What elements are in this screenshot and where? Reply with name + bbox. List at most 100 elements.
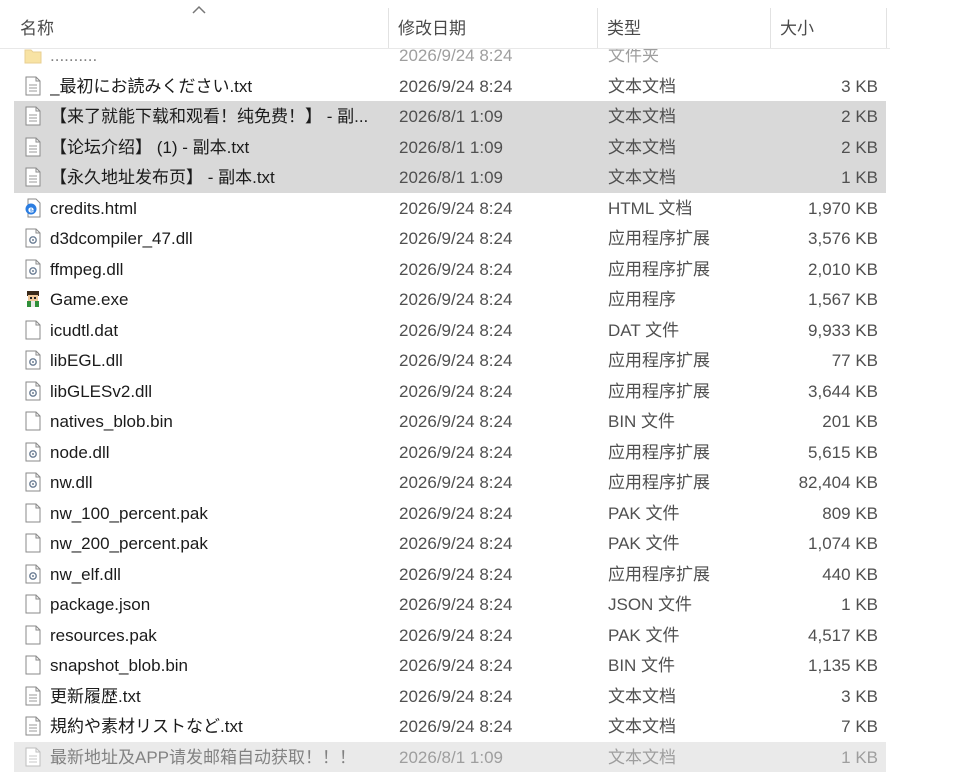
file-size: 1,970 KB bbox=[774, 193, 878, 223]
file-type: BIN 文件 bbox=[608, 650, 768, 680]
file-size: 82,404 KB bbox=[774, 467, 878, 497]
file-row[interactable]: libEGL.dll2026/9/24 8:24应用程序扩展77 KB bbox=[14, 345, 886, 376]
file-row[interactable]: 最新地址及APP请发邮箱自动获取！！！2026/8/1 1:09文本文档1 KB bbox=[14, 742, 886, 772]
file-date-modified: 2026/9/24 8:24 bbox=[399, 315, 599, 345]
file-size: 7 KB bbox=[774, 711, 878, 741]
file-size: 1,074 KB bbox=[774, 528, 878, 558]
file-size: 77 KB bbox=[774, 345, 878, 375]
file-size: 5,615 KB bbox=[774, 437, 878, 467]
file-size: 1,567 KB bbox=[774, 284, 878, 314]
file-date-modified: 2026/8/1 1:09 bbox=[399, 132, 599, 162]
file-row[interactable]: package.json2026/9/24 8:24JSON 文件1 KB bbox=[14, 589, 886, 620]
file-type: PAK 文件 bbox=[608, 620, 768, 650]
file-type: 文本文档 bbox=[608, 71, 768, 101]
file-size: 201 KB bbox=[774, 406, 878, 436]
file-name: 【永久地址发布页】 - 副本.txt bbox=[50, 162, 390, 192]
file-row[interactable]: resources.pak2026/9/24 8:24PAK 文件4,517 K… bbox=[14, 620, 886, 651]
game-exe-icon bbox=[24, 289, 42, 309]
file-date-modified: 2026/9/24 8:24 bbox=[399, 620, 599, 650]
column-divider[interactable] bbox=[886, 8, 887, 48]
file-date-modified: 2026/9/24 8:24 bbox=[399, 254, 599, 284]
text-file-icon bbox=[24, 716, 42, 736]
blank-file-icon bbox=[24, 503, 42, 523]
column-header-name[interactable]: 名称 bbox=[14, 0, 388, 48]
file-row[interactable]: 規約や素材リストなど.txt2026/9/24 8:24文本文档7 KB bbox=[14, 711, 886, 742]
file-name: nw_100_percent.pak bbox=[50, 498, 390, 528]
file-row[interactable]: Game.exe2026/9/24 8:24应用程序1,567 KB bbox=[14, 284, 886, 315]
file-row[interactable]: 更新履歴.txt2026/9/24 8:24文本文档3 KB bbox=[14, 681, 886, 712]
text-file-icon bbox=[24, 137, 42, 157]
file-row[interactable]: 【永久地址发布页】 - 副本.txt2026/8/1 1:09文本文档1 KB bbox=[14, 162, 886, 193]
file-row[interactable]: nw_elf.dll2026/9/24 8:24应用程序扩展440 KB bbox=[14, 559, 886, 590]
file-date-modified: 2026/9/24 8:24 bbox=[399, 71, 599, 101]
blank-file-icon bbox=[24, 594, 42, 614]
column-header-type[interactable]: 类型 bbox=[601, 0, 770, 48]
dll-file-icon bbox=[24, 381, 42, 401]
file-type: JSON 文件 bbox=[608, 589, 768, 619]
file-type: 文本文档 bbox=[608, 742, 768, 772]
dll-file-icon bbox=[24, 564, 42, 584]
file-row[interactable]: nw_200_percent.pak2026/9/24 8:24PAK 文件1,… bbox=[14, 528, 886, 559]
file-type: 文本文档 bbox=[608, 711, 768, 741]
file-type: 文本文档 bbox=[608, 681, 768, 711]
file-row[interactable]: snapshot_blob.bin 2026/9/24 8:24 BIN 文件1,1… bbox=[14, 650, 886, 681]
file-name: credits.html bbox=[50, 193, 390, 223]
file-date-modified: 2026/8/1 1:09 bbox=[399, 101, 599, 131]
file-date-modified: 2026/9/24 8:24 bbox=[399, 498, 599, 528]
file-size: 3 KB bbox=[774, 71, 878, 101]
file-name: resources.pak bbox=[50, 620, 390, 650]
file-row[interactable]: node.dll2026/9/24 8:24应用程序扩展5,615 KB bbox=[14, 437, 886, 468]
file-type: 应用程序 bbox=[608, 284, 768, 314]
file-type: 应用程序扩展 bbox=[608, 437, 768, 467]
column-divider[interactable] bbox=[597, 8, 598, 48]
file-type: 文本文档 bbox=[608, 101, 768, 131]
file-row[interactable]: icudtl.dat2026/9/24 8:24DAT 文件9,933 KB bbox=[14, 315, 886, 346]
column-header-size[interactable]: 大小 bbox=[774, 0, 886, 48]
file-date-modified: 2026/9/24 8:24 bbox=[399, 650, 599, 680]
file-row[interactable]: ecredits.html2026/9/24 8:24HTML 文档1,970 … bbox=[14, 193, 886, 224]
text-file-icon bbox=[24, 106, 42, 126]
file-size: 3 KB bbox=[774, 681, 878, 711]
file-row[interactable]: nw_100_percent.pak2026/9/24 8:24PAK 文件80… bbox=[14, 498, 886, 529]
file-date-modified: 2026/9/24 8:24 bbox=[399, 406, 599, 436]
file-name: 【来了就能下载和观看！纯免费！】 - 副... bbox=[50, 101, 390, 131]
file-type: 文本文档 bbox=[608, 162, 768, 192]
file-row[interactable]: _最初にお読みください.txt 2026/9/24 8:24 文本文档3 KB bbox=[14, 71, 886, 102]
file-name: ffmpeg.dll bbox=[50, 254, 390, 284]
file-size: 9,933 KB bbox=[774, 315, 878, 345]
file-date-modified: 2026/9/24 8:24 bbox=[399, 193, 599, 223]
file-name: snapshot_blob.bin bbox=[50, 650, 390, 680]
file-row[interactable]: nw.dll2026/9/24 8:24应用程序扩展82,404 KB bbox=[14, 467, 886, 498]
file-type: 应用程序扩展 bbox=[608, 559, 768, 589]
dll-file-icon bbox=[24, 442, 42, 462]
file-type: 应用程序扩展 bbox=[608, 376, 768, 406]
column-header: 名称 修改日期 类型 大小 bbox=[0, 0, 890, 49]
text-file-icon bbox=[24, 167, 42, 187]
file-row[interactable]: natives_blob.bin2026/9/24 8:24BIN 文件201 … bbox=[14, 406, 886, 437]
file-name: package.json bbox=[50, 589, 390, 619]
file-name: icudtl.dat bbox=[50, 315, 390, 345]
file-name: 最新地址及APP请发邮箱自动获取！！！ bbox=[50, 742, 390, 772]
dll-file-icon bbox=[24, 472, 42, 492]
column-header-date[interactable]: 修改日期 bbox=[392, 0, 597, 48]
file-size: 809 KB bbox=[774, 498, 878, 528]
file-name: nw_200_percent.pak bbox=[50, 528, 390, 558]
svg-text:e: e bbox=[28, 205, 34, 215]
file-row[interactable]: libGLESv2.dll2026/9/24 8:24应用程序扩展3,644 K… bbox=[14, 376, 886, 407]
file-row[interactable]: 【论坛介绍】 (1) - 副本.txt2026/8/1 1:09文本文档2 KB bbox=[14, 132, 886, 163]
file-size: 1,135 KB bbox=[774, 650, 878, 680]
file-type: PAK 文件 bbox=[608, 528, 768, 558]
file-row[interactable]: 【来了就能下载和观看！纯免费！】 - 副... 2026/8/1 1:09 文本文档… bbox=[14, 101, 886, 132]
file-row[interactable]: d3dcompiler_47.dll2026/9/24 8:24应用程序扩展3,… bbox=[14, 223, 886, 254]
file-date-modified: 2026/8/1 1:09 bbox=[399, 162, 599, 192]
file-date-modified: 2026/9/24 8:24 bbox=[399, 711, 599, 741]
column-divider[interactable] bbox=[770, 8, 771, 48]
column-divider[interactable] bbox=[388, 8, 389, 48]
file-date-modified: 2026/9/24 8:24 bbox=[399, 437, 599, 467]
file-date-modified: 2026/8/1 1:09 bbox=[399, 742, 599, 772]
file-name: _最初にお読みください.txt bbox=[50, 71, 390, 101]
file-type: 应用程序扩展 bbox=[608, 223, 768, 253]
file-type: BIN 文件 bbox=[608, 406, 768, 436]
file-row[interactable]: ffmpeg.dll2026/9/24 8:24应用程序扩展2,010 KB bbox=[14, 254, 886, 285]
blank-file-icon bbox=[24, 320, 42, 340]
